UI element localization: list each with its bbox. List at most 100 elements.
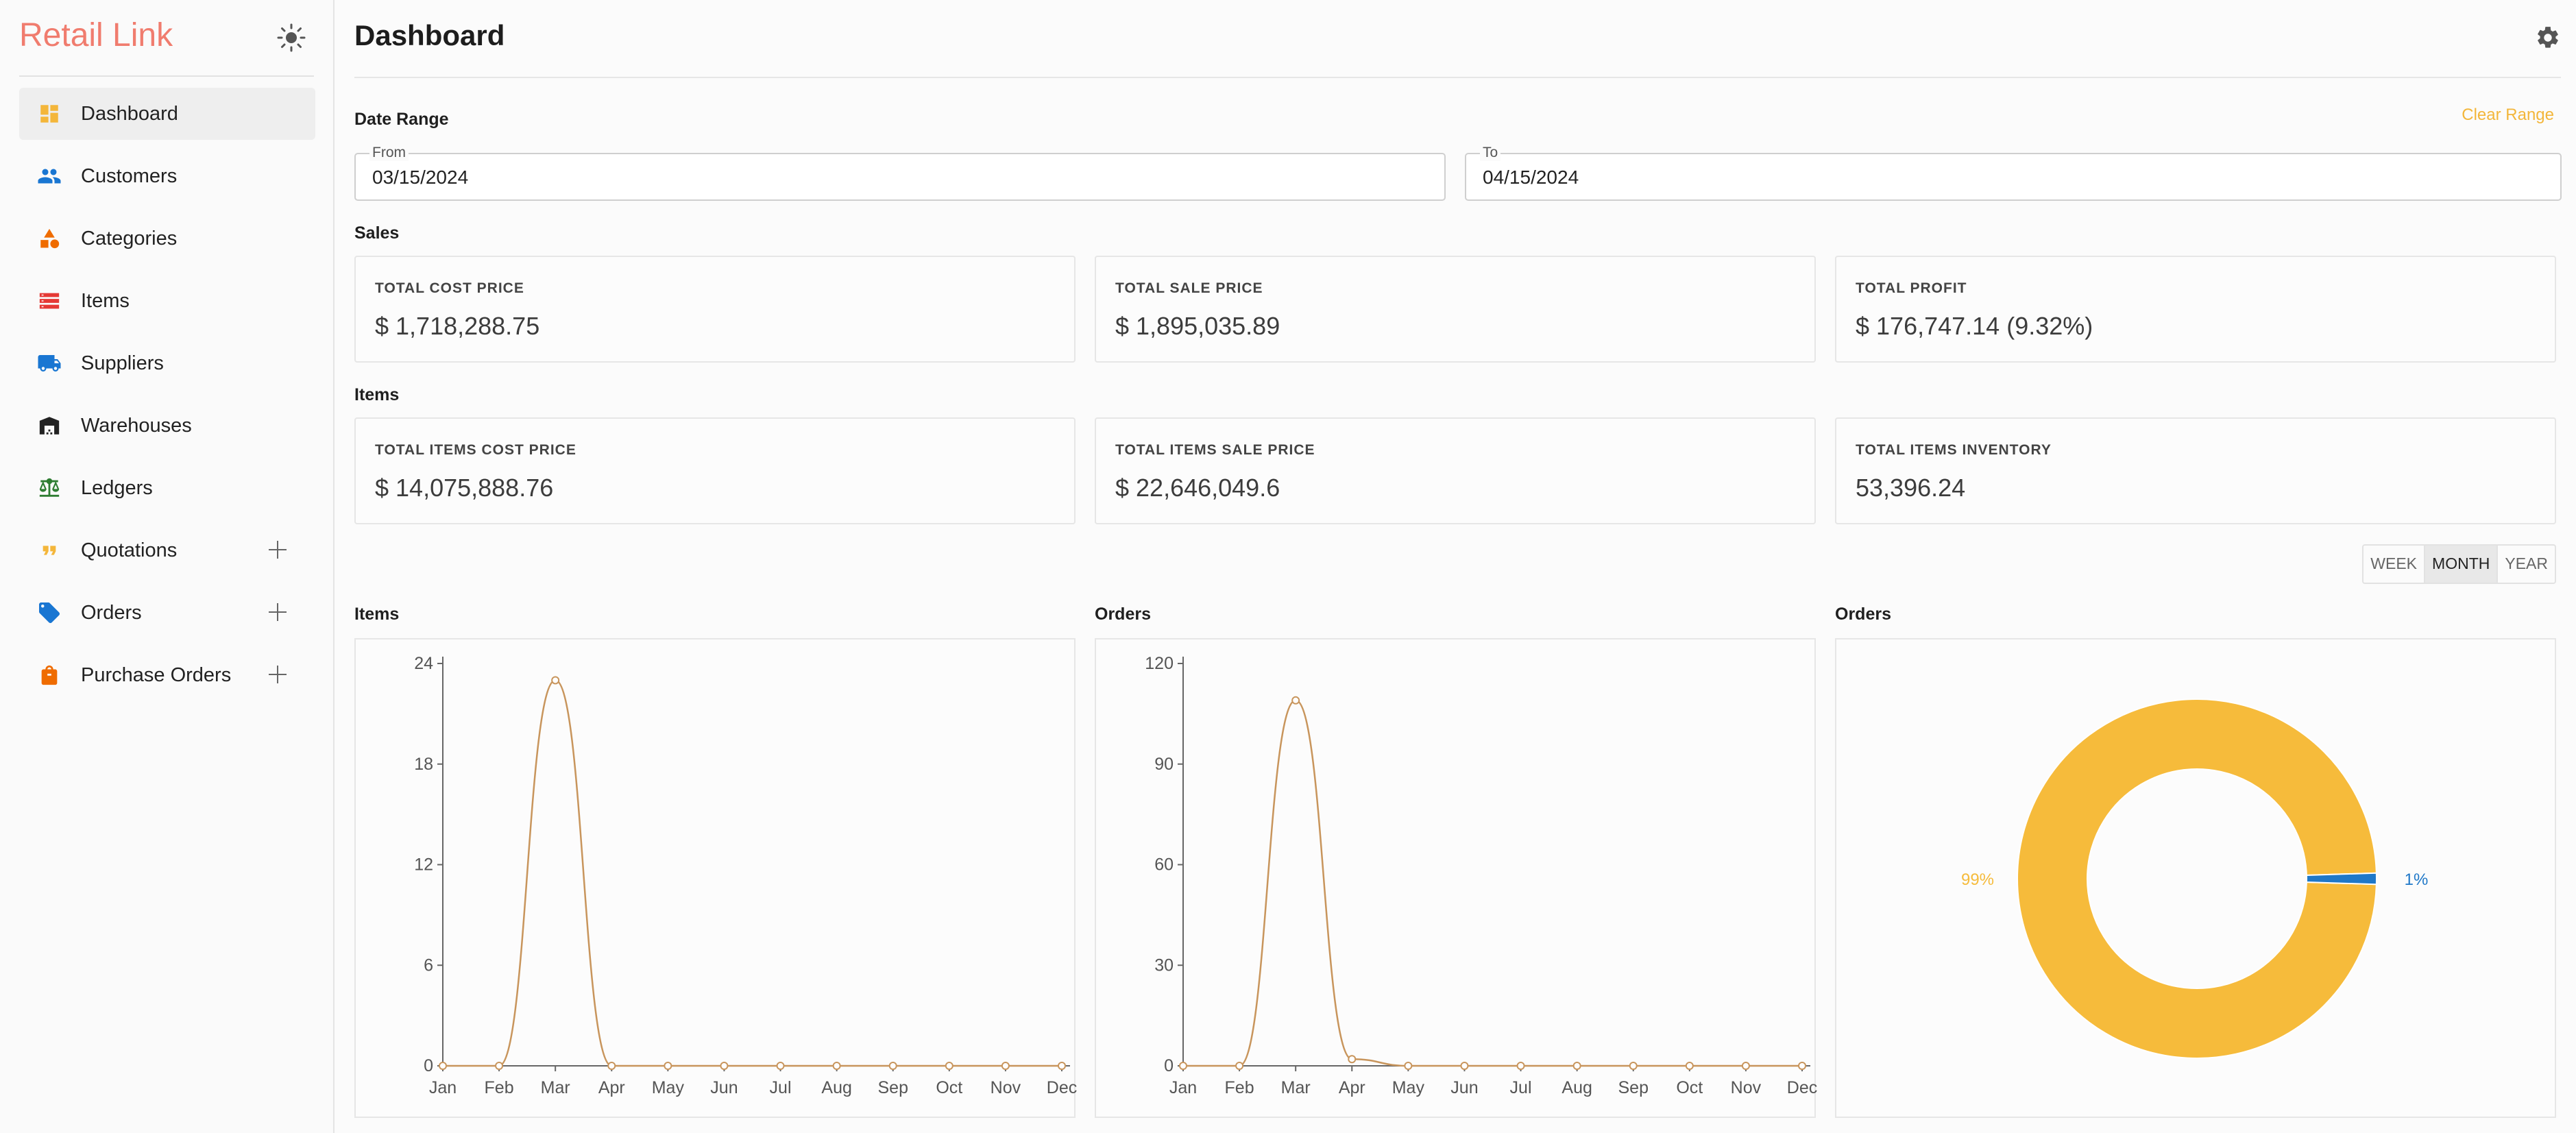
clear-range-button[interactable]: Clear Range <box>2462 106 2554 125</box>
y-tick-label: 0 <box>424 1056 433 1075</box>
data-point <box>1179 1062 1187 1070</box>
x-tick-label: Dec <box>1047 1078 1077 1097</box>
pie-slice <box>2305 872 2378 886</box>
sidebar-item-label: Purchase Orders <box>81 663 232 686</box>
x-tick-label: Mar <box>541 1078 570 1097</box>
expand-plus-icon[interactable] <box>266 600 289 624</box>
data-point <box>1516 1062 1525 1070</box>
truck-icon <box>37 351 62 376</box>
total-profit-card: TOTAL PROFIT $ 176,747.14 (9.32%) <box>1835 256 2556 363</box>
from-date-value[interactable]: 03/15/2024 <box>372 167 468 188</box>
data-point <box>1348 1055 1357 1064</box>
sidebar-item-label: Categories <box>81 227 178 249</box>
y-tick-label: 12 <box>414 855 433 875</box>
y-tick-label: 60 <box>1154 855 1174 875</box>
x-tick-label: Aug <box>821 1078 851 1097</box>
sales-section-label: Sales <box>354 223 400 243</box>
items-section-label: Items <box>354 385 400 404</box>
sidebar-item-purchase-orders[interactable]: Purchase Orders <box>19 649 315 701</box>
year-toggle-button[interactable]: YEAR <box>2496 546 2555 583</box>
theme-toggle-sun-icon[interactable] <box>276 22 307 53</box>
data-point <box>776 1062 785 1070</box>
series-line <box>1183 699 1802 1067</box>
sidebar-divider <box>19 75 314 77</box>
x-tick-label: Jan <box>429 1078 457 1097</box>
y-tick-label: 120 <box>1145 654 1174 673</box>
card-caption: TOTAL ITEMS COST PRICE <box>375 442 576 458</box>
x-tick-label: Nov <box>991 1078 1021 1097</box>
card-value: $ 1,718,288.75 <box>375 312 540 340</box>
x-tick-label: Feb <box>1225 1078 1254 1097</box>
sidebar-item-items[interactable]: Items <box>19 275 315 327</box>
sidebar-item-categories[interactable]: Categories <box>19 212 315 265</box>
pie-slice-label: 1% <box>2405 870 2429 889</box>
data-point <box>439 1062 447 1070</box>
total-cost-price-card: TOTAL COST PRICE $ 1,718,288.75 <box>354 256 1076 363</box>
data-point <box>1058 1062 1066 1070</box>
items-chart-title: Items <box>354 605 400 624</box>
card-value: $ 22,646,049.6 <box>1115 474 1280 502</box>
to-date-field[interactable]: To 04/15/2024 <box>1465 145 2562 201</box>
expand-plus-icon[interactable] <box>266 538 289 561</box>
sidebar-item-label: Dashboard <box>81 102 178 125</box>
sidebar-item-warehouses[interactable]: Warehouses <box>19 400 315 452</box>
data-point <box>607 1062 616 1070</box>
card-caption: TOTAL COST PRICE <box>375 280 524 296</box>
x-tick-label: Feb <box>485 1078 514 1097</box>
x-tick-label: Jun <box>1450 1078 1478 1097</box>
data-point <box>1798 1062 1806 1070</box>
sidebar-item-label: Customers <box>81 165 178 187</box>
settings-gear-icon[interactable] <box>2535 25 2561 51</box>
week-toggle-button[interactable]: WEEK <box>2364 546 2424 583</box>
to-date-label: To <box>1480 145 1501 161</box>
expand-plus-icon[interactable] <box>266 663 289 686</box>
sidebar-item-ledgers[interactable]: Ledgers <box>19 462 315 514</box>
to-date-value[interactable]: 04/15/2024 <box>1483 167 1579 188</box>
sidebar-nav: Dashboard Customers Categories Items Supplie… <box>19 88 315 711</box>
data-point <box>495 1062 504 1070</box>
sidebar-item-label: Ledgers <box>81 476 153 499</box>
data-point <box>1460 1062 1469 1070</box>
x-tick-label: Nov <box>1731 1078 1762 1097</box>
total-items-sale-price-card: TOTAL ITEMS SALE PRICE $ 22,646,049.6 <box>1095 417 1816 524</box>
app-title[interactable]: Retail Link <box>19 16 173 54</box>
y-tick-label: 90 <box>1154 755 1174 774</box>
orders-line-chart: 0 30 60 90 120 Jan Feb Mar Apr May Jun Jul Aug Sep Oct… <box>1095 638 1817 1118</box>
x-tick-label: Dec <box>1787 1078 1817 1097</box>
x-tick-label: Jun <box>710 1078 738 1097</box>
sidebar-item-orders[interactable]: Orders <box>19 587 315 639</box>
total-items-inventory-card: TOTAL ITEMS INVENTORY 53,396.24 <box>1835 417 2556 524</box>
data-point <box>888 1062 897 1070</box>
sidebar-item-label: Quotations <box>81 539 178 561</box>
items-line-chart: 0 6 12 18 24 Jan Feb Mar Apr May Jun Jul Aug Sep Oct No… <box>354 638 1077 1118</box>
period-toggle: WEEK MONTH YEAR <box>2362 544 2556 584</box>
card-value: 53,396.24 <box>1856 474 1966 502</box>
x-tick-label: Jul <box>1510 1078 1532 1097</box>
x-tick-label: Apr <box>598 1078 625 1097</box>
data-point <box>664 1062 672 1070</box>
data-point <box>1404 1062 1413 1070</box>
category-icon <box>37 226 62 251</box>
x-tick-label: Jul <box>770 1078 792 1097</box>
page-title: Dashboard <box>354 19 505 51</box>
month-toggle-button[interactable]: MONTH <box>2424 546 2497 583</box>
date-range-label: Date Range <box>354 110 449 129</box>
data-point <box>1001 1062 1010 1070</box>
quote-icon <box>37 538 62 563</box>
total-sale-price-card: TOTAL SALE PRICE $ 1,895,035.89 <box>1095 256 1816 363</box>
sidebar-item-suppliers[interactable]: Suppliers <box>19 337 315 389</box>
x-tick-label: Oct <box>936 1078 962 1097</box>
card-value: $ 14,075,888.76 <box>375 474 554 502</box>
sidebar-item-quotations[interactable]: Quotations <box>19 524 315 576</box>
data-point <box>1572 1062 1581 1070</box>
sidebar-item-dashboard[interactable]: Dashboard <box>19 88 315 140</box>
sidebar-item-label: Orders <box>81 601 142 624</box>
bag-icon <box>37 663 62 687</box>
sidebar-item-customers[interactable]: Customers <box>19 150 315 202</box>
card-caption: TOTAL SALE PRICE <box>1115 280 1263 296</box>
orders-pie-chart-svg: 99% 1% <box>1961 698 2429 1059</box>
data-point <box>1741 1062 1750 1070</box>
orders-pie-chart: 99% 1% <box>1835 638 2556 1118</box>
from-date-field[interactable]: From 03/15/2024 <box>354 145 1446 201</box>
card-caption: TOTAL ITEMS INVENTORY <box>1856 442 2052 458</box>
